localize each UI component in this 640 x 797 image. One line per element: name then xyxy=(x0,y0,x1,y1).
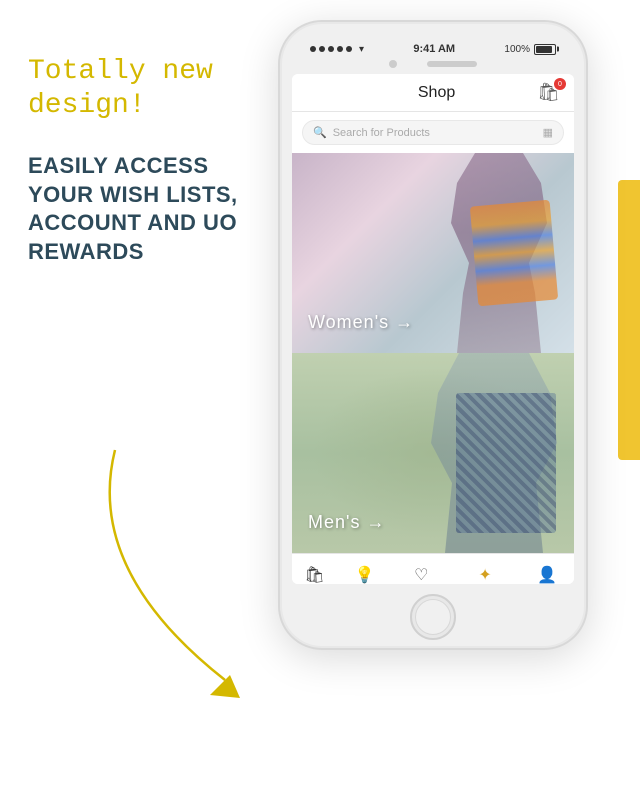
signal-dot-2 xyxy=(319,46,325,52)
phone-screen: Shop 🛍 0 🔍 Search for Products ▦ xyxy=(292,74,574,584)
nav-shop[interactable]: 🛍 Shop xyxy=(304,565,324,584)
battery-tip xyxy=(557,47,559,52)
account-icon: 👤 xyxy=(537,565,557,584)
front-camera xyxy=(389,60,397,68)
battery-pct-label: 100% xyxy=(504,44,530,55)
nav-wishlist[interactable]: ♡ Wish List xyxy=(405,565,437,584)
signal-indicator: ▾ xyxy=(310,44,364,55)
home-button-inner xyxy=(415,599,451,635)
body-text: EASILY ACCESS YOUR WISH LISTS, ACCOUNT A… xyxy=(28,152,268,266)
nav-uo-rewards[interactable]: ✦ UO Rewards xyxy=(462,565,508,584)
search-icon: 🔍 xyxy=(313,126,327,139)
headline: Totally new design! xyxy=(28,55,268,122)
time-display: 9:41 AM xyxy=(413,43,455,55)
speaker xyxy=(427,61,477,67)
cart-button[interactable]: 🛍 0 xyxy=(537,82,560,103)
search-placeholder: Search for Products xyxy=(333,127,537,139)
camera-row xyxy=(292,58,574,74)
battery-icon xyxy=(534,44,556,55)
battery-fill xyxy=(536,46,552,53)
home-button[interactable] xyxy=(410,594,456,640)
nav-discover[interactable]: 💡 Discover xyxy=(349,565,380,584)
signal-dot-5 xyxy=(346,46,352,52)
phone-mockup: ▾ 9:41 AM 100% Shop 🛍 xyxy=(278,20,598,780)
battery-indicator: 100% xyxy=(504,44,556,55)
womens-label: Women's → xyxy=(308,312,414,333)
nav-account[interactable]: 👤 Account xyxy=(533,565,562,584)
yellow-accent-bar xyxy=(618,180,640,460)
uo-rewards-icon: ✦ xyxy=(478,565,491,584)
left-content: Totally new design! EASILY ACCESS YOUR W… xyxy=(28,55,268,267)
signal-dot-3 xyxy=(328,46,334,52)
app-title: Shop xyxy=(336,84,537,102)
arrow-graphic xyxy=(55,430,275,710)
phone-body: ▾ 9:41 AM 100% Shop 🛍 xyxy=(278,20,588,650)
wishlist-icon: ♡ xyxy=(414,565,428,584)
signal-dot-1 xyxy=(310,46,316,52)
barcode-icon: ▦ xyxy=(543,126,553,139)
discover-icon: 💡 xyxy=(355,565,375,584)
mens-label: Men's → xyxy=(308,512,385,533)
womens-section[interactable]: Women's → xyxy=(292,153,574,353)
app-header: Shop 🛍 0 xyxy=(292,74,574,112)
shop-icon: 🛍 xyxy=(304,565,324,584)
status-bar: ▾ 9:41 AM 100% xyxy=(292,34,574,58)
wifi-icon: ▾ xyxy=(359,44,364,55)
mens-section[interactable]: Men's → xyxy=(292,353,574,553)
bottom-nav: 🛍 Shop 💡 Discover ♡ Wish List ✦ UO Rewar… xyxy=(292,553,574,584)
cart-badge: 0 xyxy=(554,78,566,90)
search-bar[interactable]: 🔍 Search for Products ▦ xyxy=(302,120,564,145)
signal-dot-4 xyxy=(337,46,343,52)
